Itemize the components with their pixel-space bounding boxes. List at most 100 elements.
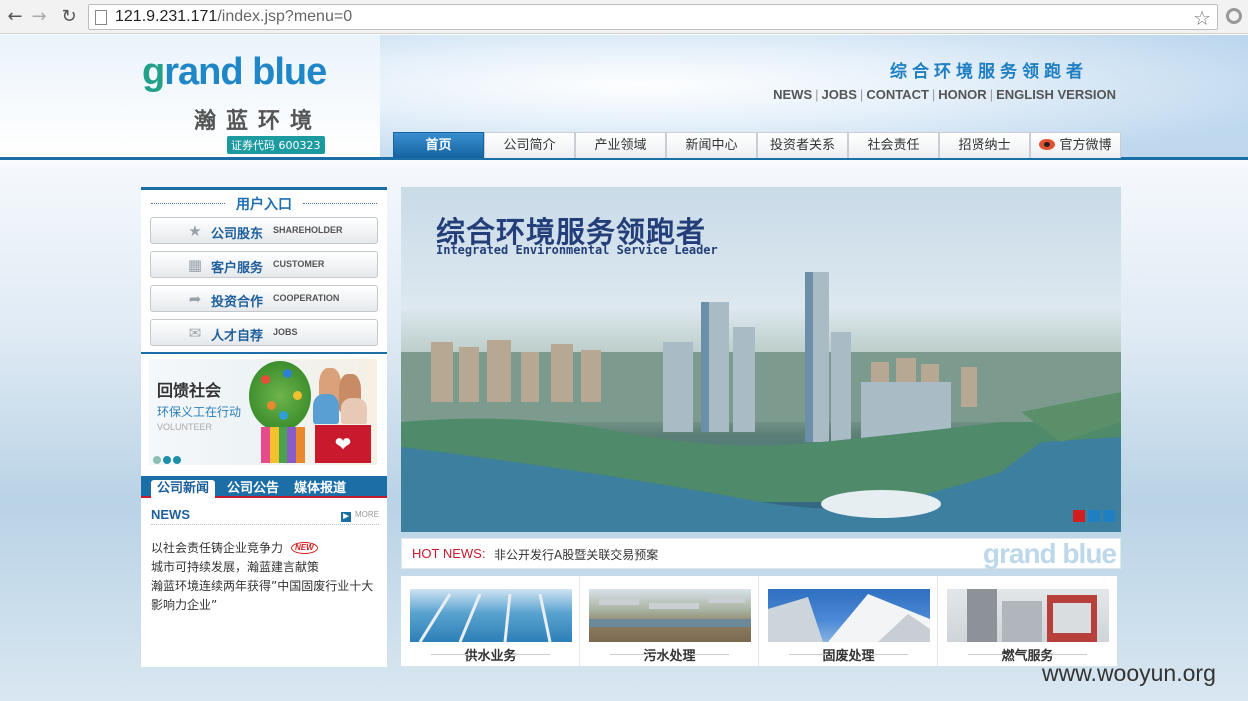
tab-company-news[interactable]: 公司新闻 — [151, 480, 216, 498]
family-photo — [309, 364, 371, 424]
nav-tab-about[interactable]: 公司简介 — [484, 132, 575, 158]
logo-chinese: 瀚蓝环境 — [194, 109, 323, 134]
browser-menu-icon[interactable] — [1226, 8, 1242, 24]
toplink-english[interactable]: ENGLISH VERSION — [996, 87, 1116, 102]
toplink-news[interactable]: NEWS — [773, 87, 812, 102]
browser-toolbar: ← → ↻ 121.9.231.171/index.jsp?menu=0 ☆ — [0, 0, 1248, 34]
nav-tab-industry[interactable]: 产业领域 — [575, 132, 666, 158]
left-sidebar: 用户入口 ★ 公司股东 SHAREHOLDER ▦ 客户服务 CUSTOMER … — [141, 187, 387, 667]
toplink-jobs[interactable]: JOBS — [822, 87, 857, 102]
separator: | — [931, 87, 936, 102]
tab-media-reports[interactable]: 媒体报道 — [294, 480, 346, 498]
news-list: 以社会责任铸企业竞争力 NEW 城市可持续发展，瀚蓝建言献策 瀚蓝环境连续两年获得… — [151, 539, 381, 615]
card-caption: 固废处理 — [759, 645, 938, 664]
pager-dot[interactable] — [1073, 510, 1085, 522]
list-item[interactable]: 城市可持续发展，瀚蓝建言献策 — [151, 558, 381, 577]
shareholder-label: 公司股东 — [211, 227, 264, 242]
sidebar-divider — [141, 352, 387, 354]
tab-announcements[interactable]: 公司公告 — [227, 480, 279, 498]
cooperation-button[interactable]: ➦ 投资合作 COOPERATION — [150, 285, 378, 312]
hero-banner[interactable]: 综合环境服务领跑者 Integrated Environmental Servi… — [401, 187, 1121, 532]
cooperation-label: 投资合作 — [211, 295, 264, 310]
jobs-label-en: JOBS — [273, 327, 298, 337]
bookmark-star-icon[interactable]: ☆ — [1193, 6, 1211, 30]
customer-label-en: CUSTOMER — [273, 259, 325, 269]
nav-tab-investors[interactable]: 投资者关系 — [757, 132, 848, 158]
cooperation-label-en: COOPERATION — [273, 293, 340, 303]
list-item[interactable]: 以社会责任铸企业竞争力 NEW — [151, 539, 381, 558]
nav-tab-responsibility[interactable]: 社会责任 — [848, 132, 939, 158]
volunteer-en: VOLUNTEER — [157, 422, 213, 432]
shareholder-label-en: SHAREHOLDER — [273, 225, 343, 235]
more-link[interactable]: ▶ MORE — [341, 510, 379, 522]
jobs-button[interactable]: ✉ 人才自荐 JOBS — [150, 319, 378, 346]
news-heading: NEWS — [151, 507, 190, 522]
back-arrow-icon[interactable]: ← — [4, 6, 26, 28]
card-caption: 污水处理 — [580, 645, 759, 664]
reload-icon[interactable]: ↻ — [58, 6, 80, 28]
card-water-supply[interactable]: 供水业务 — [401, 576, 580, 666]
logo-rest: rand blue — [164, 51, 327, 93]
nav-tab-news[interactable]: 新闻中心 — [666, 132, 757, 158]
site-watermark: www.wooyun.org — [1042, 660, 1216, 686]
more-label: MORE — [355, 510, 379, 519]
header-slogan: 综合环境服务领跑者 — [890, 62, 1088, 82]
books-graphic — [261, 427, 305, 463]
pager-dot[interactable] — [1103, 510, 1115, 522]
tree-graphic — [249, 361, 311, 431]
toplink-honor[interactable]: HONOR — [938, 87, 986, 102]
sewage-plant-photo — [589, 589, 751, 642]
nav-tab-careers[interactable]: 招贤纳士 — [939, 132, 1030, 158]
page-icon — [95, 10, 107, 25]
envelope-icon: ✉ — [188, 324, 202, 342]
cursor-icon: ➦ — [188, 290, 202, 308]
star-icon: ★ — [188, 222, 202, 240]
pager-dot[interactable] — [153, 456, 161, 464]
hot-news-label: HOT NEWS: — [412, 546, 486, 561]
forward-arrow-icon[interactable]: → — [28, 6, 50, 28]
card-gas-service[interactable]: 燃气服务 — [938, 576, 1117, 666]
jobs-label: 人才自荐 — [211, 329, 264, 344]
business-cards: 供水业务 污水处理 固废处理 燃气服务 — [401, 576, 1117, 666]
nav-tab-weibo[interactable]: 官方微博 — [1030, 132, 1121, 158]
banner-pager — [153, 449, 183, 465]
water-supply-photo — [410, 589, 572, 642]
list-item[interactable]: 瀚蓝环境连续两年获得”中国固废行业十大影响力企业” — [151, 577, 381, 615]
url-text[interactable]: 121.9.231.171/index.jsp?menu=0 — [115, 8, 352, 26]
news-header: NEWS ▶ MORE — [151, 507, 379, 525]
shareholder-button[interactable]: ★ 公司股东 SHAREHOLDER — [150, 217, 378, 244]
customer-label: 客户服务 — [211, 261, 264, 276]
pager-dot[interactable] — [163, 456, 171, 464]
new-badge: NEW — [291, 542, 318, 554]
toplink-contact[interactable]: CONTACT — [866, 87, 929, 102]
user-entry-title: 用户入口 — [141, 194, 387, 214]
city-skyline-illustration — [401, 272, 1121, 532]
heart-hand-icon: ❤ — [315, 425, 371, 463]
watermark-logo: grand blue — [982, 538, 1117, 569]
hot-news-bar: HOT NEWS: 非公开发行A股暨关联交易预案 grand blue — [401, 538, 1121, 569]
card-sewage-treatment[interactable]: 污水处理 — [580, 576, 759, 666]
stock-code-badge: 证券代码 600323 — [227, 136, 325, 154]
volunteer-subtitle: 环保义工在行动 — [157, 405, 242, 419]
weibo-icon — [1039, 139, 1056, 150]
pager-dot[interactable] — [173, 456, 181, 464]
site-logo[interactable]: grand blue 瀚蓝环境 证券代码 600323 — [140, 51, 340, 154]
news-title: 以社会责任铸企业竞争力 — [151, 541, 284, 555]
pager-dot[interactable] — [1088, 510, 1100, 522]
main-nav: 首页 公司简介 产业领域 新闻中心 投资者关系 社会责任 招贤纳士 官方微博 — [393, 132, 1121, 158]
solid-waste-building-photo — [768, 589, 930, 642]
address-bar[interactable]: 121.9.231.171/index.jsp?menu=0 ☆ — [88, 4, 1218, 30]
user-entry-header: 用户入口 — [141, 187, 387, 215]
grid-icon: ▦ — [187, 256, 203, 274]
card-solid-waste[interactable]: 固废处理 — [759, 576, 938, 666]
customer-button[interactable]: ▦ 客户服务 CUSTOMER — [150, 251, 378, 278]
volunteer-banner[interactable]: 回馈社会 环保义工在行动 VOLUNTEER ❤ — [149, 359, 377, 465]
hot-news-link[interactable]: 非公开发行A股暨关联交易预案 — [494, 546, 658, 563]
logo-g: g — [142, 51, 165, 93]
volunteer-title: 回馈社会 — [157, 381, 222, 400]
news-tabs: 公司新闻 公司公告 媒体报道 — [141, 476, 387, 498]
nav-tab-home[interactable]: 首页 — [393, 132, 484, 158]
gas-facility-photo — [947, 589, 1109, 642]
more-arrow-icon: ▶ — [341, 512, 351, 522]
top-links: NEWS | JOBS | CONTACT | HONOR | ENGLISH VERSION — [773, 87, 1116, 102]
